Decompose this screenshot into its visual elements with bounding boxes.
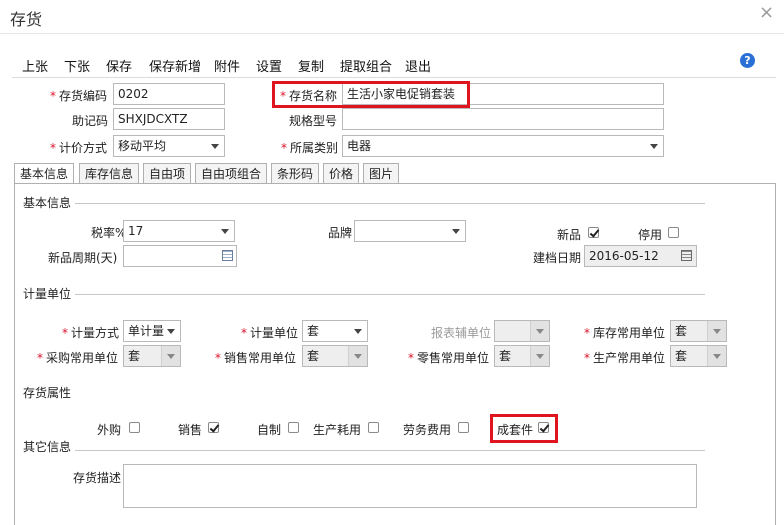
retail-unit-label: * 零售常用单位 [408, 351, 490, 365]
other-info-section-title: 其它信息 [23, 440, 72, 454]
description-textarea[interactable] [123, 464, 697, 508]
mnemonic-label: 助记码 [72, 114, 109, 128]
new-product-checkbox[interactable] [588, 227, 599, 238]
section-divider [75, 203, 705, 204]
sales-checkbox[interactable] [208, 422, 219, 433]
report-aux-unit-select[interactable] [494, 320, 550, 342]
attachment-button[interactable]: 附件 [214, 56, 240, 75]
self-made-label: 自制 [257, 423, 282, 437]
purchased-label: 外购 [97, 423, 122, 437]
calendar-icon[interactable] [222, 250, 233, 261]
tax-rate-select[interactable]: 17 [123, 220, 235, 242]
self-made-checkbox[interactable] [288, 422, 299, 433]
window-title: 存货 [10, 10, 43, 29]
calendar-icon[interactable] [681, 250, 692, 261]
measurement-method-label: * 计量方式 [62, 326, 120, 340]
disabled-label: 停用 [638, 228, 663, 242]
purchased-checkbox[interactable] [129, 422, 140, 433]
tax-rate-label: 税率% [91, 226, 127, 240]
purchase-unit-select[interactable]: 套 [123, 345, 181, 367]
chevron-down-icon [354, 329, 362, 334]
chevron-down-icon [452, 229, 460, 234]
tab-price[interactable]: 价格 [323, 163, 360, 183]
help-icon[interactable]: ? [740, 53, 755, 68]
chevron-down-icon [530, 321, 549, 341]
tab-free-items[interactable]: 自由项 [143, 163, 192, 183]
section-divider [75, 294, 705, 295]
tab-basic-info[interactable]: 基本信息 [14, 163, 75, 184]
name-highlight-box [272, 81, 470, 108]
new-product-label: 新品 [557, 228, 582, 242]
next-record-button[interactable]: 下张 [64, 56, 90, 75]
extract-combination-button[interactable]: 提取组合 [340, 56, 392, 75]
sales-unit-select[interactable]: 套 [302, 345, 368, 367]
copy-button[interactable]: 复制 [298, 56, 324, 75]
tab-free-item-combination[interactable]: 自由项组合 [195, 163, 268, 183]
chevron-down-icon [530, 346, 549, 366]
description-label: 存货描述 [73, 471, 122, 485]
production-unit-select[interactable]: 套 [670, 345, 727, 367]
spec-label: 规格型号 [289, 114, 338, 128]
measurement-method-select[interactable]: 单计量 [123, 320, 181, 342]
purchase-unit-label: * 采购常用单位 [37, 351, 119, 365]
toolbar-divider [12, 77, 776, 78]
chevron-down-icon [707, 321, 726, 341]
brand-select[interactable] [354, 220, 466, 242]
tab-image[interactable]: 图片 [363, 163, 400, 183]
new-period-label: 新品周期(天) [48, 251, 118, 265]
kit-highlight-box [490, 414, 558, 443]
production-consumption-checkbox[interactable] [368, 422, 379, 433]
chevron-down-icon [221, 229, 229, 234]
chevron-down-icon [348, 346, 367, 366]
units-section-title: 计量单位 [23, 287, 72, 301]
basic-info-section-title: 基本信息 [23, 196, 72, 210]
costing-method-label: * 计价方式 [50, 141, 108, 155]
attributes-section-title: 存货属性 [23, 386, 72, 400]
chevron-down-icon [167, 329, 175, 334]
service-fee-label: 劳务费用 [403, 423, 452, 437]
measurement-unit-label: * 计量单位 [241, 326, 299, 340]
chevron-down-icon [707, 346, 726, 366]
sales-unit-label: * 销售常用单位 [215, 351, 297, 365]
disabled-checkbox[interactable] [668, 227, 679, 238]
production-unit-label: * 生产常用单位 [584, 351, 666, 365]
save-button[interactable]: 保存 [106, 56, 132, 75]
production-consumption-label: 生产耗用 [313, 423, 362, 437]
inventory-code-label: * 存货编码 [50, 89, 108, 103]
exit-button[interactable]: 退出 [405, 56, 431, 75]
window-title-bar: 存货 × [0, 0, 784, 33]
measurement-unit-select[interactable]: 套 [302, 320, 368, 342]
inventory-code-input[interactable]: 0202 [113, 83, 225, 105]
category-select[interactable]: 电器 [342, 135, 664, 157]
chevron-down-icon [161, 346, 180, 366]
sales-label: 销售 [178, 423, 203, 437]
tab-stock-info[interactable]: 库存信息 [79, 163, 140, 183]
costing-method-select[interactable]: 移动平均 [113, 135, 225, 157]
created-date-input[interactable]: 2016-05-12 [584, 245, 697, 267]
new-period-input[interactable] [123, 245, 237, 267]
service-fee-checkbox[interactable] [458, 422, 469, 433]
brand-label: 品牌 [328, 226, 353, 240]
tab-barcode[interactable]: 条形码 [271, 163, 320, 183]
stock-unit-select[interactable]: 套 [670, 320, 727, 342]
category-label: * 所属类别 [281, 141, 339, 155]
chevron-down-icon [650, 144, 658, 149]
retail-unit-select[interactable]: 套 [494, 345, 550, 367]
spec-input[interactable] [342, 108, 664, 130]
prev-record-button[interactable]: 上张 [22, 56, 48, 75]
close-icon[interactable]: × [759, 2, 774, 23]
stock-unit-label: * 库存常用单位 [584, 326, 666, 340]
mnemonic-input[interactable]: SHXJDCXTZ [113, 108, 225, 130]
title-divider [0, 33, 784, 34]
save-and-new-button[interactable]: 保存新增 [149, 56, 201, 75]
created-date-label: 建档日期 [533, 251, 582, 265]
section-divider [75, 450, 705, 451]
settings-button[interactable]: 设置 [256, 56, 282, 75]
report-aux-unit-label: 报表辅单位 [431, 326, 492, 340]
chevron-down-icon [211, 144, 219, 149]
